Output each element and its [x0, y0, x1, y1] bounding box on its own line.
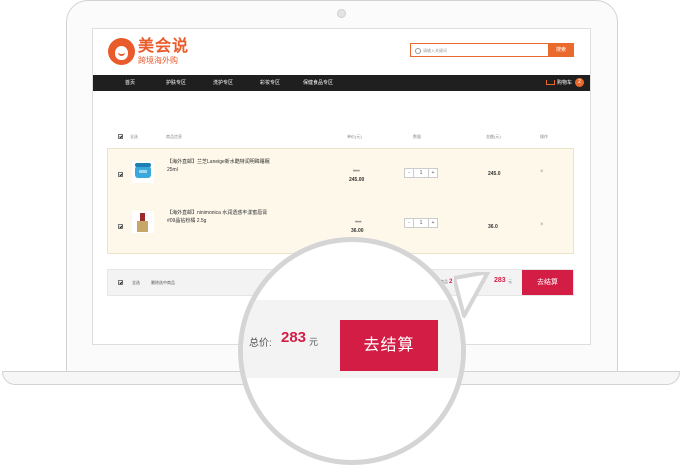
col-actions: 操作 [540, 134, 548, 139]
delete-selected-link[interactable]: 删除选中商品 [151, 280, 175, 286]
footer-select-all-checkbox[interactable] [118, 280, 123, 285]
item-title-line2: 25ml [167, 167, 178, 173]
delete-icon[interactable]: × [540, 222, 544, 228]
nav-item-washcare[interactable]: 洗护专区 [213, 75, 233, 91]
col-quantity: 数量 [413, 134, 421, 139]
qty-plus-button[interactable]: + [429, 219, 437, 227]
select-all-label: 全选 [130, 134, 138, 139]
cart-item: 【海外直邮】兰芝Laneige新水酷特润明眸睡眠 25ml 380 245.00… [108, 149, 573, 201]
nav-item-skincare[interactable]: 护肤专区 [166, 75, 186, 91]
search-button[interactable]: 搜索 [548, 43, 574, 57]
col-amount: 金额(元) [486, 134, 501, 139]
item-amount: 36.0 [488, 224, 498, 230]
search-input[interactable]: 请输入关键词 [410, 43, 548, 57]
item-title-line1: 【海外直邮】兰芝Laneige新水酷特润明眸睡眠 [167, 159, 270, 165]
item-title-line2: #09晶钻粉橘 2.5g [167, 218, 207, 224]
col-product: 商品信息 [166, 134, 182, 139]
total-value: 283 [494, 277, 506, 284]
nav-item-health[interactable]: 保健食品专区 [303, 75, 333, 91]
search-icon [415, 48, 421, 54]
item-price: 36.00 [351, 228, 364, 234]
item-amount: 245.0 [488, 171, 501, 177]
item-checkbox[interactable] [118, 172, 123, 177]
col-unit-price: 单价(元) [347, 134, 362, 139]
logo-sub: 跨境海外购 [138, 55, 178, 65]
nav-item-makeup[interactable]: 彩妆专区 [260, 75, 280, 91]
cart-button[interactable]: 购物车 2 [545, 78, 584, 87]
qty-input[interactable]: 1 [413, 219, 429, 227]
nav-item-home[interactable]: 首页 [125, 75, 135, 91]
search-bar: 请输入关键词 搜索 [410, 43, 574, 57]
cream-jar-icon [135, 163, 151, 178]
quantity-stepper: - 1 + [404, 168, 438, 178]
select-all-checkbox[interactable] [118, 134, 123, 139]
qty-input[interactable]: 1 [413, 169, 429, 177]
item-title-line1: 【海外直邮】ninimonica 水润透惑丰漾蜜唇膏 [167, 210, 268, 216]
item-price: 245.00 [349, 177, 365, 183]
magnifier: 总价: 283 元 去结算 [238, 237, 466, 465]
cart-icon [545, 79, 555, 86]
magnifier-content: 总价: 283 元 去结算 [243, 242, 461, 460]
item-title[interactable]: 【海外直邮】兰芝Laneige新水酷特润明眸睡眠 25ml [167, 158, 307, 174]
item-old-price: 380 [353, 168, 360, 173]
product-image[interactable] [132, 211, 154, 233]
logo-face-icon [108, 38, 135, 65]
lipstick-box-icon [137, 221, 148, 232]
logo[interactable]: 美会说 跨境海外购 [108, 38, 189, 65]
zoom-checkout-button[interactable]: 去结算 [340, 320, 438, 371]
main-nav: 首页 护肤专区 洗护专区 彩妆专区 保健食品专区 购物车 2 [93, 75, 590, 91]
qty-minus-button[interactable]: - [405, 169, 413, 177]
zoom-total-unit: 元 [309, 337, 319, 347]
footer-select-all-label: 全选 [132, 280, 140, 285]
logo-main: 美会说 [138, 37, 190, 55]
item-old-price: 116 [355, 219, 362, 224]
camera [337, 9, 346, 18]
cart-count-badge: 2 [575, 78, 584, 87]
zoom-total-value: 283 [281, 329, 307, 346]
total-unit: 元 [508, 279, 512, 284]
item-checkbox[interactable] [118, 224, 123, 229]
table-header: 全选 商品信息 单价(元) 数量 金额(元) 操作 [93, 130, 590, 142]
quantity-stepper: - 1 + [404, 218, 438, 228]
qty-minus-button[interactable]: - [405, 219, 413, 227]
zoom-total-label: 总价: [249, 338, 272, 349]
item-title[interactable]: 【海外直邮】ninimonica 水润透惑丰漾蜜唇膏 #09晶钻粉橘 2.5g [167, 209, 307, 225]
cart-label: 购物车 [556, 80, 572, 86]
product-image[interactable] [132, 161, 154, 183]
qty-plus-button[interactable]: + [429, 169, 437, 177]
logo-text: 美会说 跨境海外购 [138, 37, 190, 65]
checkout-button[interactable]: 去结算 [522, 270, 573, 295]
delete-icon[interactable]: × [540, 169, 544, 175]
